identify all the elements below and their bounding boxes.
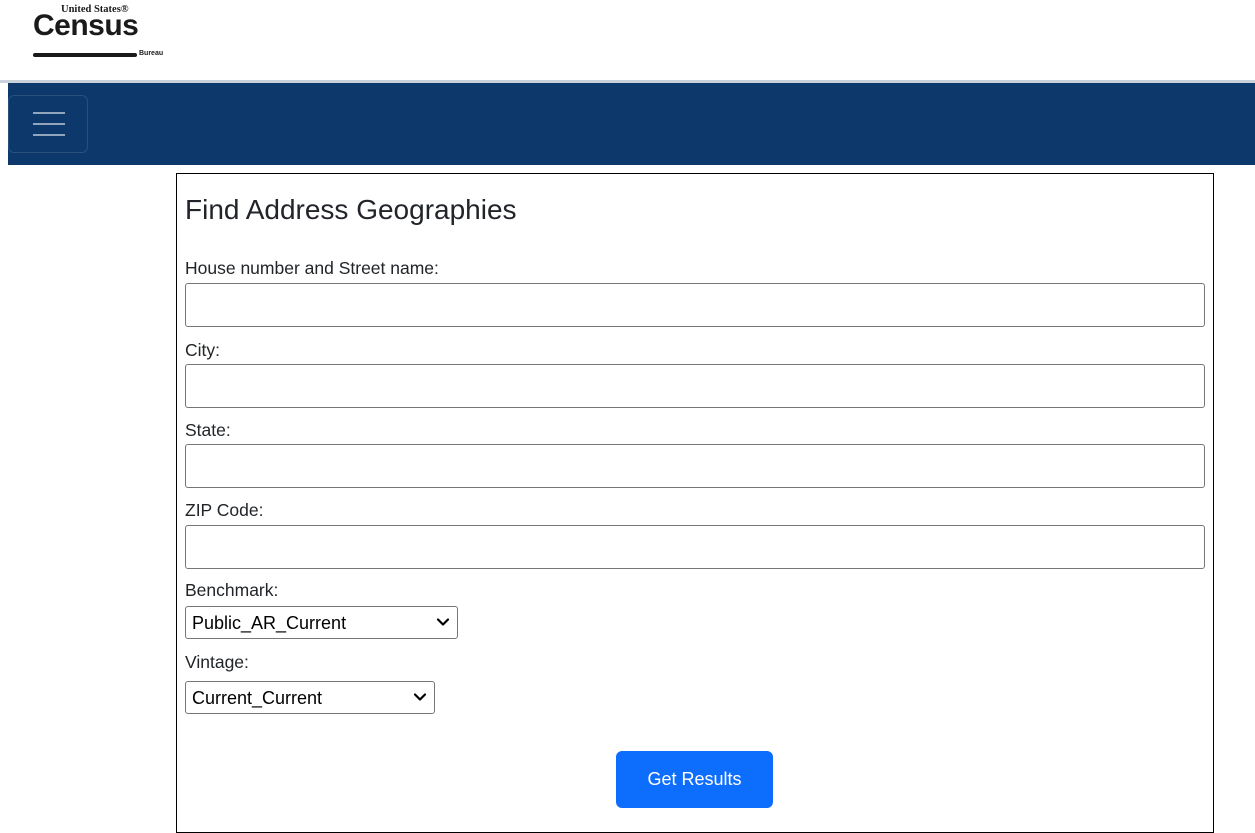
census-logo[interactable]: United States® Census Bureau [33,4,173,62]
chevron-down-icon [436,618,450,626]
state-label: State: [185,420,231,440]
vintage-label: Vintage: [185,652,249,672]
address-form-panel: Find Address Geographies House number an… [176,173,1214,833]
page-title: Find Address Geographies [185,194,517,225]
logo-rule [33,53,137,57]
chevron-down-icon [413,693,427,701]
navbar [8,83,1255,165]
vintage-select[interactable]: Current_Current [185,681,435,714]
street-input[interactable] [185,283,1205,327]
get-results-button[interactable]: Get Results [616,751,773,808]
logo-census-text: Census [33,9,139,42]
zip-label: ZIP Code: [185,500,264,520]
benchmark-label: Benchmark: [185,580,279,600]
logo-bureau-text: Bureau [139,50,164,57]
benchmark-selected-value: Public_AR_Current [192,613,347,633]
street-label: House number and Street name: [185,258,439,278]
zip-input[interactable] [185,525,1205,569]
state-input[interactable] [185,444,1205,488]
vintage-selected-value: Current_Current [192,688,323,708]
benchmark-select[interactable]: Public_AR_Current [185,606,458,639]
menu-toggle-button[interactable] [8,95,88,153]
city-input[interactable] [185,364,1205,408]
city-label: City: [185,340,220,360]
site-header: United States® Census Bureau [0,0,1255,80]
